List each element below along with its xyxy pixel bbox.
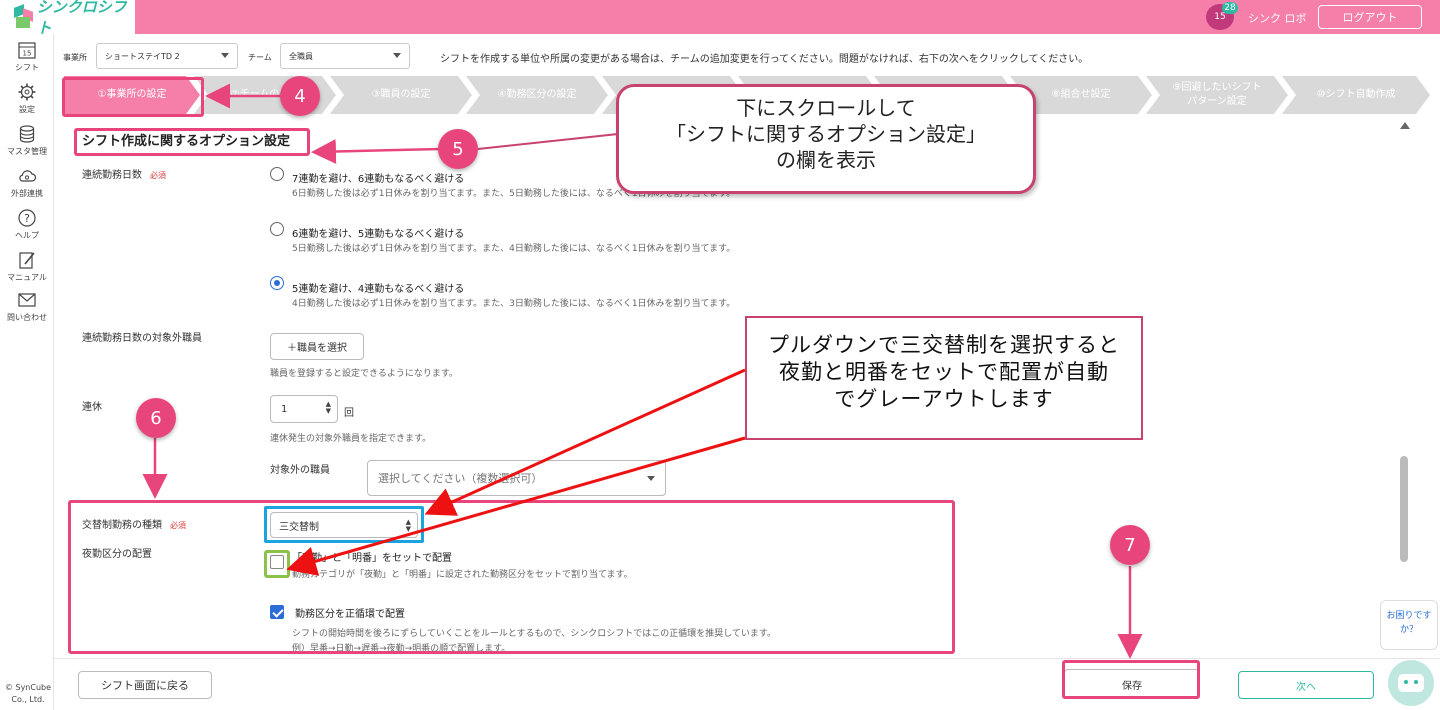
consecutive-option-title: 7連勤を避け、6連勤もなるべく避ける (292, 174, 465, 185)
consecutive-radio-6[interactable] (270, 222, 284, 236)
sidebar: 15 シフト 設定 マスタ管理 外部連携 ? ヘルプ マニュアル 問い合わせ ©… (0, 34, 54, 710)
team-select[interactable]: 全職員 (280, 43, 410, 69)
scrollbar[interactable] (1396, 118, 1412, 658)
consecutive-option-title: 5連勤を避け、4連勤もなるべく避ける (292, 284, 465, 295)
chevron-down-icon (393, 53, 401, 58)
database-icon (19, 125, 35, 143)
team-label: チーム (248, 53, 272, 62)
holiday-unit: 回 (344, 408, 354, 419)
stepper-arrows-icon: ▲ ▼ (325, 400, 331, 415)
next-button[interactable]: 次へ (1238, 671, 1374, 699)
chevron-down-icon (647, 476, 655, 481)
select-staff-button[interactable]: ＋職員を選択 (270, 333, 364, 360)
logo-text: シンクロシフト (36, 0, 127, 37)
required-badge: 必須 (150, 171, 166, 180)
excluded-label: 連続勤務日数の対象外職員 (82, 333, 202, 344)
scroll-thumb[interactable] (1400, 456, 1408, 562)
annotation-badge-6: 6 (136, 398, 176, 438)
sidebar-item-help[interactable]: ? ヘルプ (0, 208, 54, 241)
sidebar-item-label: マスタ管理 (7, 147, 47, 156)
highlight-save-button (1062, 660, 1200, 699)
consecutive-label-text: 連続勤務日数 (82, 170, 142, 181)
consecutive-radio-5[interactable] (270, 276, 284, 290)
notification-badge: 28 (1222, 2, 1238, 14)
holiday-help: 連休発生の対象外職員を指定できます。 (270, 434, 432, 444)
logo-cube-icon (12, 4, 33, 30)
sidebar-item-contact[interactable]: 問い合わせ (0, 290, 54, 323)
target-staff-label: 対象外の職員 (270, 465, 330, 476)
cloud-icon (19, 170, 37, 182)
notice-text: シフトを作成する単位や所属の変更がある場合は、チームの追加変更を行ってください。… (440, 54, 1089, 65)
annotation-badge-4: 4 (280, 76, 320, 116)
annotation-badge-5: 5 (438, 129, 478, 169)
step-work-category[interactable]: ④勤務区分の設定 (466, 76, 608, 114)
filter-row: 事業所 ショートステイTD 2 チーム 全職員 シフトを作成する単位や所属の変更… (54, 34, 1440, 76)
question-icon: ? (18, 209, 36, 227)
logout-button[interactable]: ログアウト (1318, 5, 1422, 29)
holiday-count-stepper[interactable]: 1 ▲ ▼ (270, 395, 338, 423)
footer-bar: シフト画面に戻る 保存 次へ (54, 658, 1440, 710)
office-select-value: ショートステイTD 2 (105, 51, 180, 61)
step-staff[interactable]: ③職員の設定 (330, 76, 472, 114)
callout-rotation-instruction: プルダウンで三交替制を選択すると 夜勤と明番をセットで配置が自動 でグレーアウト… (745, 316, 1143, 440)
target-staff-placeholder: 選択してください（複数選択可） (378, 472, 543, 485)
step-avoid-pattern[interactable]: ⑨回避したいシフト パターン設定 (1146, 76, 1288, 114)
app-header: シンクロシフト 15 28 シンク ロボ ログアウト (0, 0, 1440, 37)
sidebar-item-label: マニュアル (7, 273, 47, 282)
copyright: © SynCube Co., Ltd. (4, 683, 52, 704)
mail-icon (18, 293, 36, 307)
sidebar-item-label: シフト (15, 63, 39, 72)
chevron-down-icon (221, 53, 229, 58)
sidebar-item-label: 問い合わせ (7, 313, 47, 322)
app-logo[interactable]: シンクロシフト (0, 0, 135, 37)
annotation-badge-7: 7 (1110, 525, 1150, 565)
callout-scroll-instruction: 下にスクロールして 「シフトに関するオプション設定」 の欄を表示 (616, 84, 1036, 194)
robot-assistant-icon[interactable] (1388, 660, 1434, 706)
calendar-icon: 15 (18, 42, 36, 59)
highlight-rotation-select (264, 506, 424, 543)
highlight-step-office (62, 77, 204, 117)
consecutive-option-desc: 4日勤務した後は必ず1日休みを割り当てます。また、3日勤務した後には、なるべく1… (292, 299, 736, 309)
consecutive-option-desc: 5日勤務した後は必ず1日休みを割り当てます。また、4日勤務した後には、なるべく1… (292, 244, 736, 254)
sidebar-item-integration[interactable]: 外部連携 (0, 166, 54, 199)
user-name: シンク ロボ (1248, 12, 1307, 25)
gear-icon (18, 83, 36, 101)
step-auto-create[interactable]: ⑩シフト自動作成 (1282, 76, 1430, 114)
excluded-help: 職員を登録すると設定できるようになります。 (270, 369, 458, 379)
consecutive-label: 連続勤務日数 必須 (82, 166, 166, 181)
sidebar-item-settings[interactable]: 設定 (0, 82, 54, 115)
office-select[interactable]: ショートステイTD 2 (96, 43, 238, 69)
highlight-night-checkbox (264, 550, 290, 578)
sidebar-item-master[interactable]: マスタ管理 (0, 124, 54, 157)
svg-text:15: 15 (23, 50, 32, 58)
office-label: 事業所 (63, 53, 87, 62)
holiday-label: 連休 (82, 402, 102, 413)
sidebar-item-shift[interactable]: 15 シフト (0, 40, 54, 73)
sidebar-item-manual[interactable]: マニュアル (0, 250, 54, 283)
scroll-up-icon[interactable] (1400, 122, 1410, 129)
calendar-day: 15 (1214, 12, 1226, 22)
back-to-shift-button[interactable]: シフト画面に戻る (78, 671, 212, 699)
consecutive-option-title: 6連勤を避け、5連勤もなるべく避ける (292, 229, 465, 240)
sidebar-item-label: ヘルプ (15, 231, 39, 240)
manual-icon (19, 252, 35, 269)
svg-text:?: ? (24, 212, 30, 225)
consecutive-radio-7[interactable] (270, 167, 284, 181)
sidebar-item-label: 設定 (19, 105, 35, 114)
highlight-rotation-area (68, 500, 955, 654)
holiday-count-value: 1 (281, 403, 288, 415)
highlight-section-title (74, 128, 310, 156)
target-staff-select[interactable]: 選択してください（複数選択可） (367, 460, 666, 496)
help-bubble[interactable]: お困りですか？ (1380, 600, 1438, 650)
sidebar-item-label: 外部連携 (11, 189, 43, 198)
team-select-value: 全職員 (289, 51, 313, 61)
